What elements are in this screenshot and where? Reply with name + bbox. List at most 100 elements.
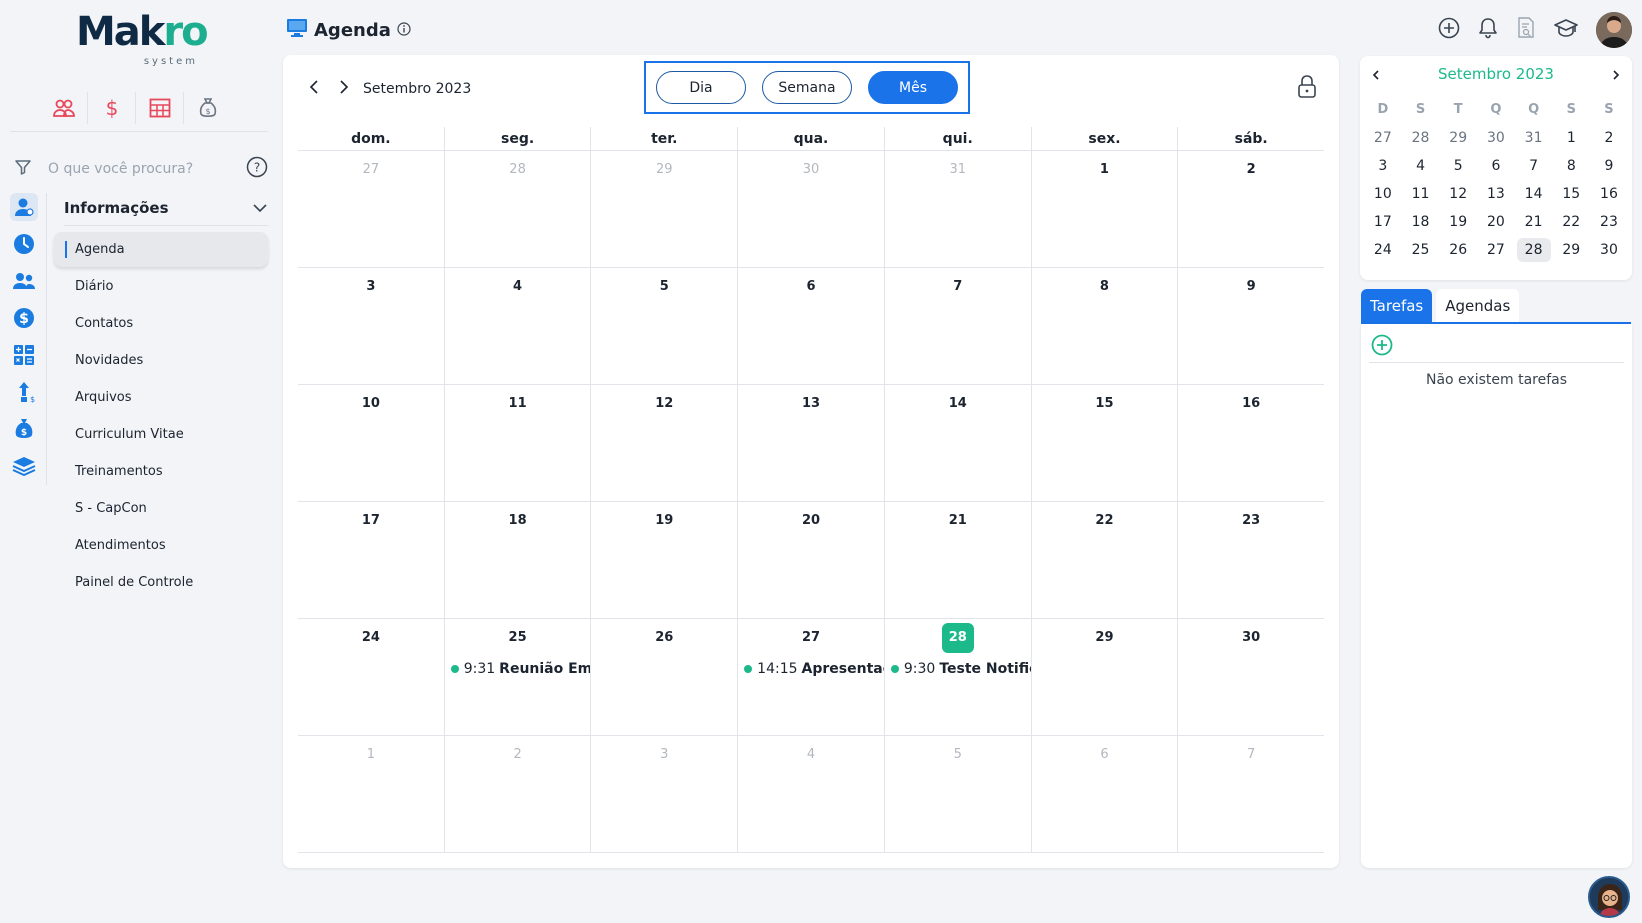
layers-icon[interactable]: [10, 452, 38, 480]
lock-icon[interactable]: [1297, 75, 1317, 103]
graduation-cap-icon[interactable]: [1554, 18, 1578, 42]
mini-day[interactable]: 17: [1364, 208, 1402, 236]
day-cell[interactable]: 24: [298, 619, 444, 735]
mini-day[interactable]: 15: [1552, 180, 1590, 208]
mini-day[interactable]: 4: [1402, 152, 1440, 180]
help-icon[interactable]: ?: [246, 156, 268, 182]
mini-day[interactable]: 20: [1477, 208, 1515, 236]
money-bag-rail-icon[interactable]: $: [10, 415, 38, 443]
menu-item-s-capcon[interactable]: S - CapCon: [54, 491, 268, 526]
spreadsheet-icon[interactable]: [136, 92, 184, 124]
mini-day-selected[interactable]: 28: [1515, 236, 1553, 264]
day-cell[interactable]: 7: [1177, 736, 1324, 852]
day-cell[interactable]: 21: [883, 502, 1031, 618]
menu-item-painel-de-controle[interactable]: Painel de Controle: [54, 565, 268, 600]
day-cell[interactable]: 30: [737, 151, 884, 267]
menu-item-contatos[interactable]: Contatos: [54, 306, 268, 341]
day-cell[interactable]: 6: [1030, 736, 1178, 852]
mini-day[interactable]: 31: [1515, 124, 1553, 152]
day-cell-today[interactable]: 28 9:30Teste Notifica: [883, 619, 1031, 735]
day-cell[interactable]: 12: [590, 385, 737, 501]
day-cell[interactable]: 14: [883, 385, 1031, 501]
mini-day[interactable]: 2: [1590, 124, 1628, 152]
search-input[interactable]: O que você procura?: [48, 161, 246, 177]
mini-day[interactable]: 11: [1402, 180, 1440, 208]
mini-day[interactable]: 23: [1590, 208, 1628, 236]
mini-day[interactable]: 7: [1515, 152, 1553, 180]
day-cell[interactable]: 16: [1177, 385, 1324, 501]
mini-day[interactable]: 30: [1590, 236, 1628, 264]
mini-day[interactable]: 9: [1590, 152, 1628, 180]
mini-day[interactable]: 18: [1402, 208, 1440, 236]
makro-logo[interactable]: Makro system: [76, 12, 209, 67]
mini-day[interactable]: 27: [1364, 124, 1402, 152]
user-info-icon[interactable]: [10, 193, 38, 221]
user-avatar[interactable]: [1596, 12, 1632, 48]
day-cell[interactable]: 27 14:15Apresentaçã: [737, 619, 884, 735]
mini-day[interactable]: 12: [1439, 180, 1477, 208]
mini-day[interactable]: 22: [1552, 208, 1590, 236]
day-cell[interactable]: 15: [1030, 385, 1178, 501]
day-cell[interactable]: 13: [737, 385, 884, 501]
view-week-button[interactable]: Semana: [762, 71, 852, 104]
mini-day[interactable]: 27: [1477, 236, 1515, 264]
growth-icon[interactable]: $: [10, 378, 38, 406]
mini-day[interactable]: 3: [1364, 152, 1402, 180]
mini-day[interactable]: 28: [1402, 124, 1440, 152]
day-cell[interactable]: 18: [443, 502, 591, 618]
assistant-avatar[interactable]: [1588, 876, 1630, 918]
tab-agendas[interactable]: Agendas: [1436, 289, 1520, 323]
day-cell[interactable]: 25 9:31Reunião Empr: [443, 619, 590, 735]
day-cell[interactable]: 20: [737, 502, 884, 618]
day-cell[interactable]: 26: [590, 619, 737, 735]
mini-next-icon[interactable]: [1612, 65, 1620, 84]
calendar-event[interactable]: 9:31Reunião Empr: [450, 661, 590, 677]
day-cell[interactable]: 3: [298, 268, 444, 384]
dollar-icon[interactable]: $: [88, 92, 136, 124]
day-cell[interactable]: 8: [1030, 268, 1178, 384]
bell-icon[interactable]: [1478, 17, 1498, 43]
day-cell[interactable]: 19: [590, 502, 737, 618]
day-cell[interactable]: 2: [1177, 151, 1324, 267]
day-cell[interactable]: 6: [737, 268, 884, 384]
info-icon[interactable]: [397, 21, 411, 40]
day-cell[interactable]: 28: [443, 151, 591, 267]
mini-day[interactable]: 30: [1477, 124, 1515, 152]
mini-prev-icon[interactable]: [1372, 65, 1380, 84]
menu-item-curriculum-vitae[interactable]: Curriculum Vitae: [54, 417, 268, 452]
menu-item-atendimentos[interactable]: Atendimentos: [54, 528, 268, 563]
day-cell[interactable]: 30: [1177, 619, 1324, 735]
menu-section-header[interactable]: Informações: [64, 196, 268, 226]
menu-item-treinamentos[interactable]: Treinamentos: [54, 454, 268, 489]
mini-day[interactable]: 26: [1439, 236, 1477, 264]
mini-day[interactable]: 29: [1552, 236, 1590, 264]
mini-day[interactable]: 29: [1439, 124, 1477, 152]
clock-icon[interactable]: [10, 230, 38, 258]
menu-item-agenda[interactable]: Agenda: [54, 232, 268, 267]
finance-icon[interactable]: $: [10, 304, 38, 332]
calculator-icon[interactable]: [10, 341, 38, 369]
day-cell[interactable]: 10: [298, 385, 444, 501]
calendar-event[interactable]: 14:15Apresentaçã: [744, 661, 884, 677]
team-icon[interactable]: [10, 267, 38, 295]
day-cell[interactable]: 1: [298, 736, 444, 852]
tab-tarefas[interactable]: Tarefas: [1361, 289, 1433, 323]
mini-day[interactable]: 6: [1477, 152, 1515, 180]
chevron-right-icon[interactable]: [339, 79, 349, 98]
day-cell[interactable]: 27: [298, 151, 444, 267]
mini-day[interactable]: 19: [1439, 208, 1477, 236]
menu-item-novidades[interactable]: Novidades: [54, 343, 268, 378]
mini-day[interactable]: 10: [1364, 180, 1402, 208]
mini-day[interactable]: 21: [1515, 208, 1553, 236]
menu-item-arquivos[interactable]: Arquivos: [54, 380, 268, 415]
day-cell[interactable]: 23: [1177, 502, 1324, 618]
mini-day[interactable]: 25: [1402, 236, 1440, 264]
day-cell[interactable]: 11: [443, 385, 591, 501]
calendar-event[interactable]: 9:30Teste Notifica: [890, 661, 1031, 677]
day-cell[interactable]: 4: [443, 268, 591, 384]
day-cell[interactable]: 29: [590, 151, 737, 267]
chevron-left-icon[interactable]: [309, 79, 319, 98]
mini-day[interactable]: 13: [1477, 180, 1515, 208]
mini-day[interactable]: 24: [1364, 236, 1402, 264]
view-day-button[interactable]: Dia: [656, 71, 746, 104]
